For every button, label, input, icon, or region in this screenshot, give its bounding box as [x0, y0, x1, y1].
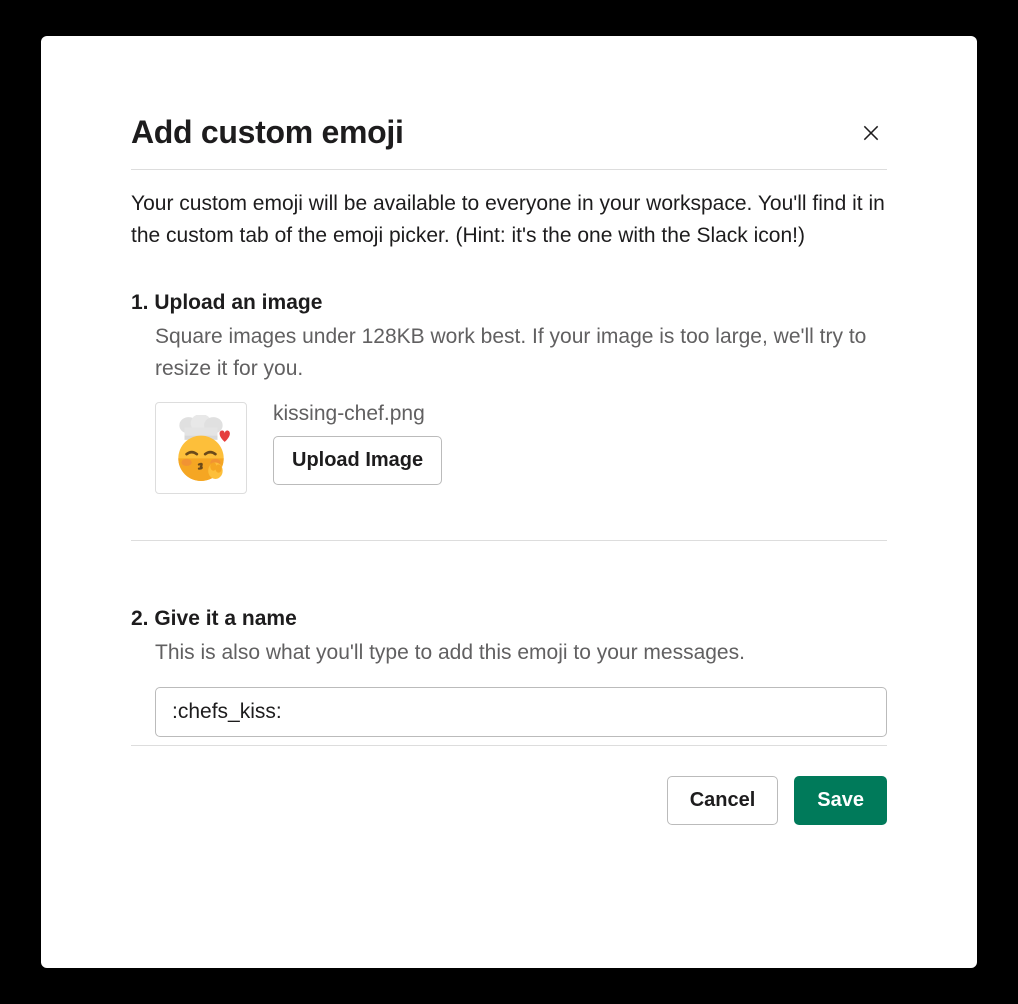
upload-controls: kissing-chef.png Upload Image: [273, 402, 442, 485]
name-hint: This is also what you'll type to add thi…: [131, 637, 887, 669]
modal-description: Your custom emoji will be available to e…: [131, 188, 887, 251]
upload-heading: 1. Upload an image: [131, 291, 887, 315]
modal-header: Add custom emoji: [131, 114, 887, 170]
emoji-preview: [155, 402, 247, 494]
name-heading: 2. Give it a name: [131, 607, 887, 631]
add-emoji-modal: Add custom emoji Your custom emoji will …: [41, 36, 977, 968]
cancel-button[interactable]: Cancel: [667, 776, 779, 825]
emoji-name-input[interactable]: [155, 687, 887, 737]
upload-hint: Square images under 128KB work best. If …: [131, 321, 887, 384]
save-button[interactable]: Save: [794, 776, 887, 825]
kissing-chef-emoji-icon: [168, 415, 234, 481]
upload-section: 1. Upload an image Square images under 1…: [131, 291, 887, 541]
close-button[interactable]: [855, 117, 887, 149]
close-icon: [861, 123, 881, 143]
name-section: 2. Give it a name This is also what you'…: [131, 607, 887, 746]
modal-footer: Cancel Save: [131, 776, 887, 825]
upload-image-button[interactable]: Upload Image: [273, 436, 442, 485]
uploaded-filename: kissing-chef.png: [273, 402, 442, 426]
modal-title: Add custom emoji: [131, 114, 404, 151]
upload-row: kissing-chef.png Upload Image: [131, 402, 887, 541]
